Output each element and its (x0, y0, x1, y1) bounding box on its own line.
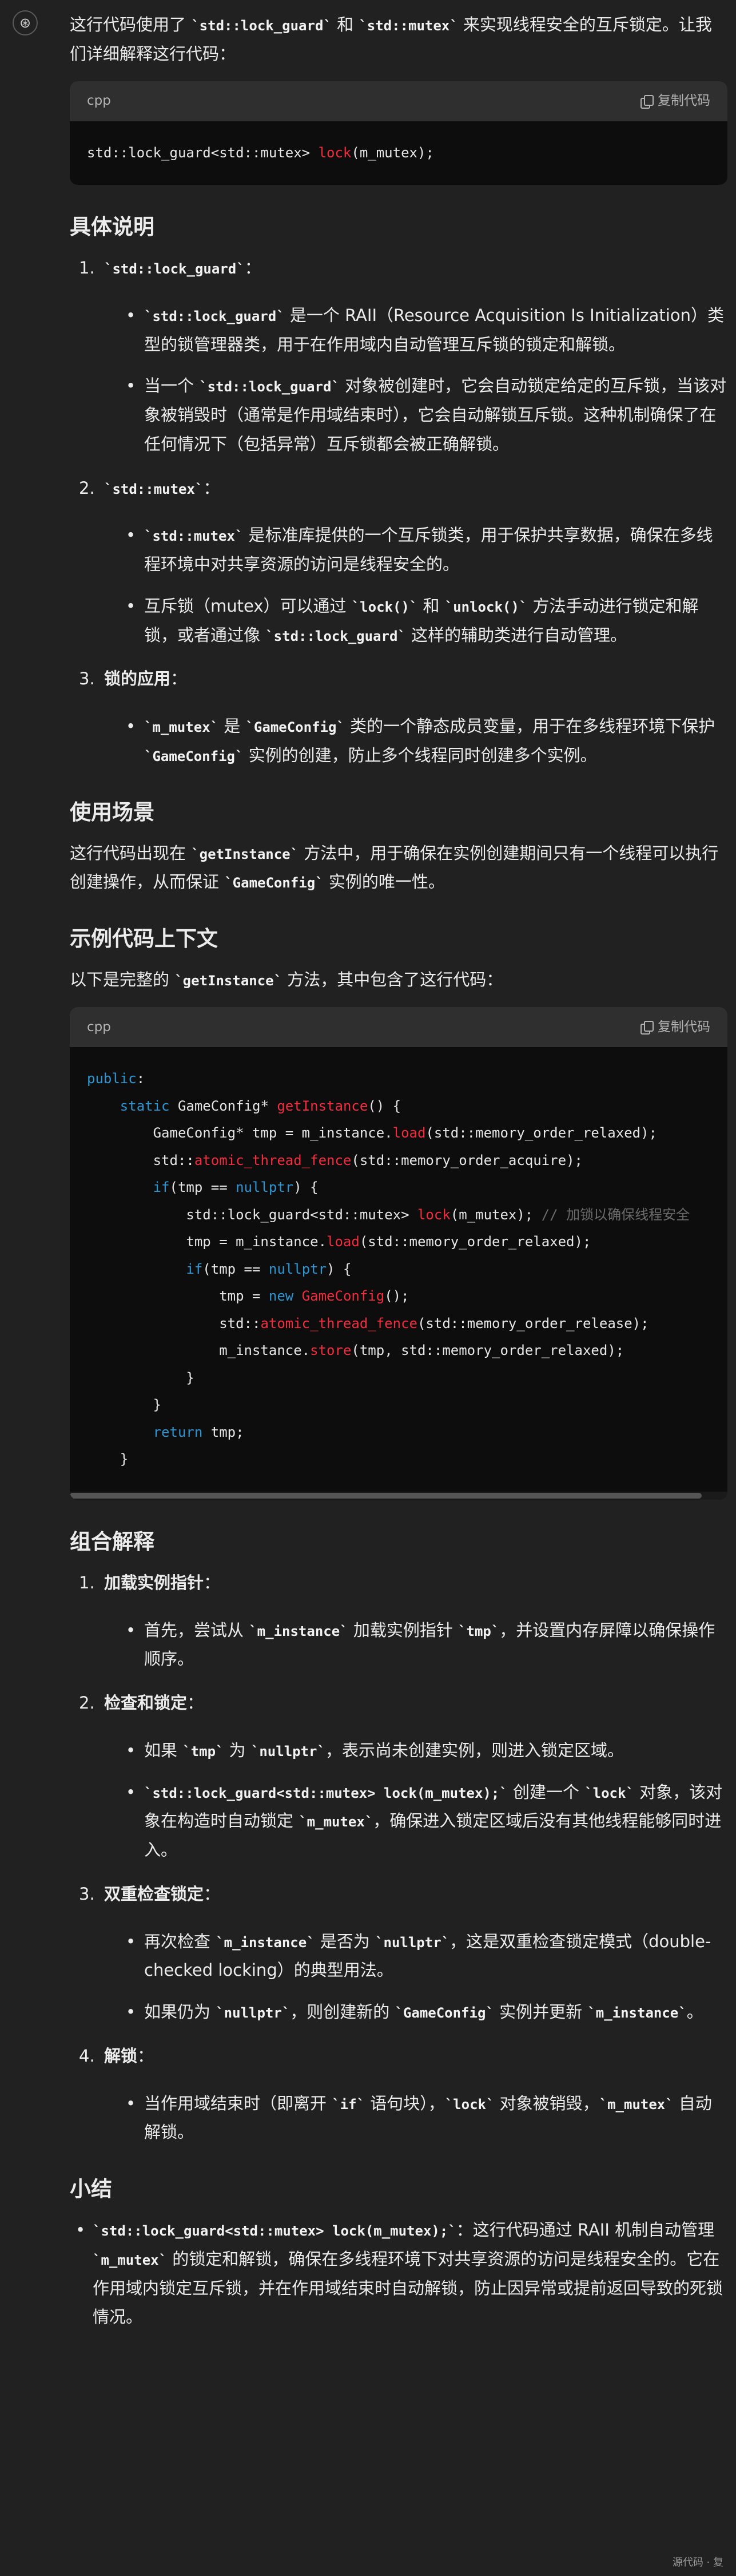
bullet-item: 当作用域结束时（即离开 `if` 语句块），`lock` 对象被销毁，`m_mu… (104, 2089, 727, 2147)
summary-list: `std::lock_guard<std::mutex> lock(m_mute… (70, 2216, 727, 2332)
code-header: cpp 复制代码 (70, 1007, 727, 1048)
list-item: 1.加载实例指针： 首先，尝试从 `m_instance` 加载实例指针 `tm… (70, 1568, 727, 1674)
list-item: 3.锁的应用： `m_mutex` 是 `GameConfig` 类的一个静态成… (70, 664, 727, 770)
list-item: 1.`std::lock_guard`： `std::lock_guard` 是… (70, 253, 727, 459)
bullet-item: 当一个 `std::lock_guard` 对象被创建时，它会自动锁定给定的互斥… (104, 371, 727, 458)
code-block-2: cpp 复制代码 public: static GameConfig* getI… (70, 1007, 727, 1500)
bullet-item: `m_mutex` 是 `GameConfig` 类的一个静态成员变量，用于在多… (104, 712, 727, 770)
bullet-item: 再次检查 `m_instance` 是否为 `nullptr`，这是双重检查锁定… (104, 1927, 727, 1985)
explanation-list: 1.`std::lock_guard`： `std::lock_guard` 是… (70, 253, 727, 770)
list-item: 2.检查和锁定： 如果 `tmp` 为 `nullptr`，表示尚未创建实例，则… (70, 1689, 727, 1865)
list-item: 2.`std::mutex`： `std::mutex` 是标准库提供的一个互斥… (70, 474, 727, 650)
section-heading: 具体说明 (70, 215, 154, 240)
bullet-item: `std::lock_guard<std::mutex> lock(m_mute… (70, 2216, 727, 2332)
section-heading: 使用场景 (70, 799, 154, 825)
copy-code-button[interactable]: 复制代码 (640, 1016, 710, 1039)
list-item: 4.解锁： 当作用域结束时（即离开 `if` 语句块），`lock` 对象被销毁… (70, 2042, 727, 2147)
combined-explanation-list: 1.加载实例指针： 首先，尝试从 `m_instance` 加载实例指针 `tm… (70, 1568, 727, 2147)
chat-response: 这行代码使用了 `std::lock_guard` 和 `std::mutex`… (70, 10, 727, 2332)
bullet-item: `std::lock_guard<std::mutex> lock(m_mute… (104, 1778, 727, 1865)
footer-text: 源代码 · 复 (672, 2556, 723, 2569)
horizontal-scrollbar[interactable] (70, 1491, 727, 1500)
section-heading: 小结 (70, 2177, 112, 2202)
bullet-item: 首先，尝试从 `m_instance` 加载实例指针 `tmp`，并设置内存屏障… (104, 1616, 727, 1674)
bullet-item: 如果仍为 `nullptr`，则创建新的 `GameConfig` 实例并更新 … (104, 1998, 727, 2027)
section-heading: 组合解释 (70, 1529, 154, 1554)
list-item: 3.双重检查锁定： 再次检查 `m_instance` 是否为 `nullptr… (70, 1880, 727, 2027)
example-paragraph: 以下是完整的 `getInstance` 方法，其中包含了这行代码： (70, 970, 503, 990)
code-header: cpp 复制代码 (70, 81, 727, 121)
code-language-label: cpp (87, 93, 111, 109)
bullet-item: 如果 `tmp` 为 `nullptr`，表示尚未创建实例，则进入锁定区域。 (104, 1736, 727, 1765)
bullet-item: `std::lock_guard` 是一个 RAII（Resource Acqu… (104, 301, 727, 359)
section-heading: 示例代码上下文 (70, 926, 218, 952)
code-language-label: cpp (87, 1019, 111, 1035)
copy-icon (640, 94, 654, 109)
bullet-item: `std::mutex` 是标准库提供的一个互斥锁类，用于保护共享数据，确保在多… (104, 521, 727, 579)
copy-icon (640, 1021, 654, 1035)
assistant-avatar-icon: ⊛ (13, 10, 38, 35)
copy-code-button[interactable]: 复制代码 (640, 89, 710, 112)
scrollbar-thumb[interactable] (70, 1492, 702, 1499)
code-block-1: cpp 复制代码 std::lock_guard<std::mutex> loc… (70, 81, 727, 185)
usage-paragraph: 这行代码出现在 `getInstance` 方法中，用于确保在实例创建期间只有一… (70, 843, 719, 892)
bullet-item: 互斥锁（mutex）可以通过 `lock()` 和 `unlock()` 方法手… (104, 592, 727, 650)
intro-paragraph: 这行代码使用了 `std::lock_guard` 和 `std::mutex`… (70, 15, 712, 64)
code-content: std::lock_guard<std::mutex> lock(m_mutex… (87, 144, 434, 161)
code-content: public: static GameConfig* getInstance()… (87, 1071, 690, 1468)
